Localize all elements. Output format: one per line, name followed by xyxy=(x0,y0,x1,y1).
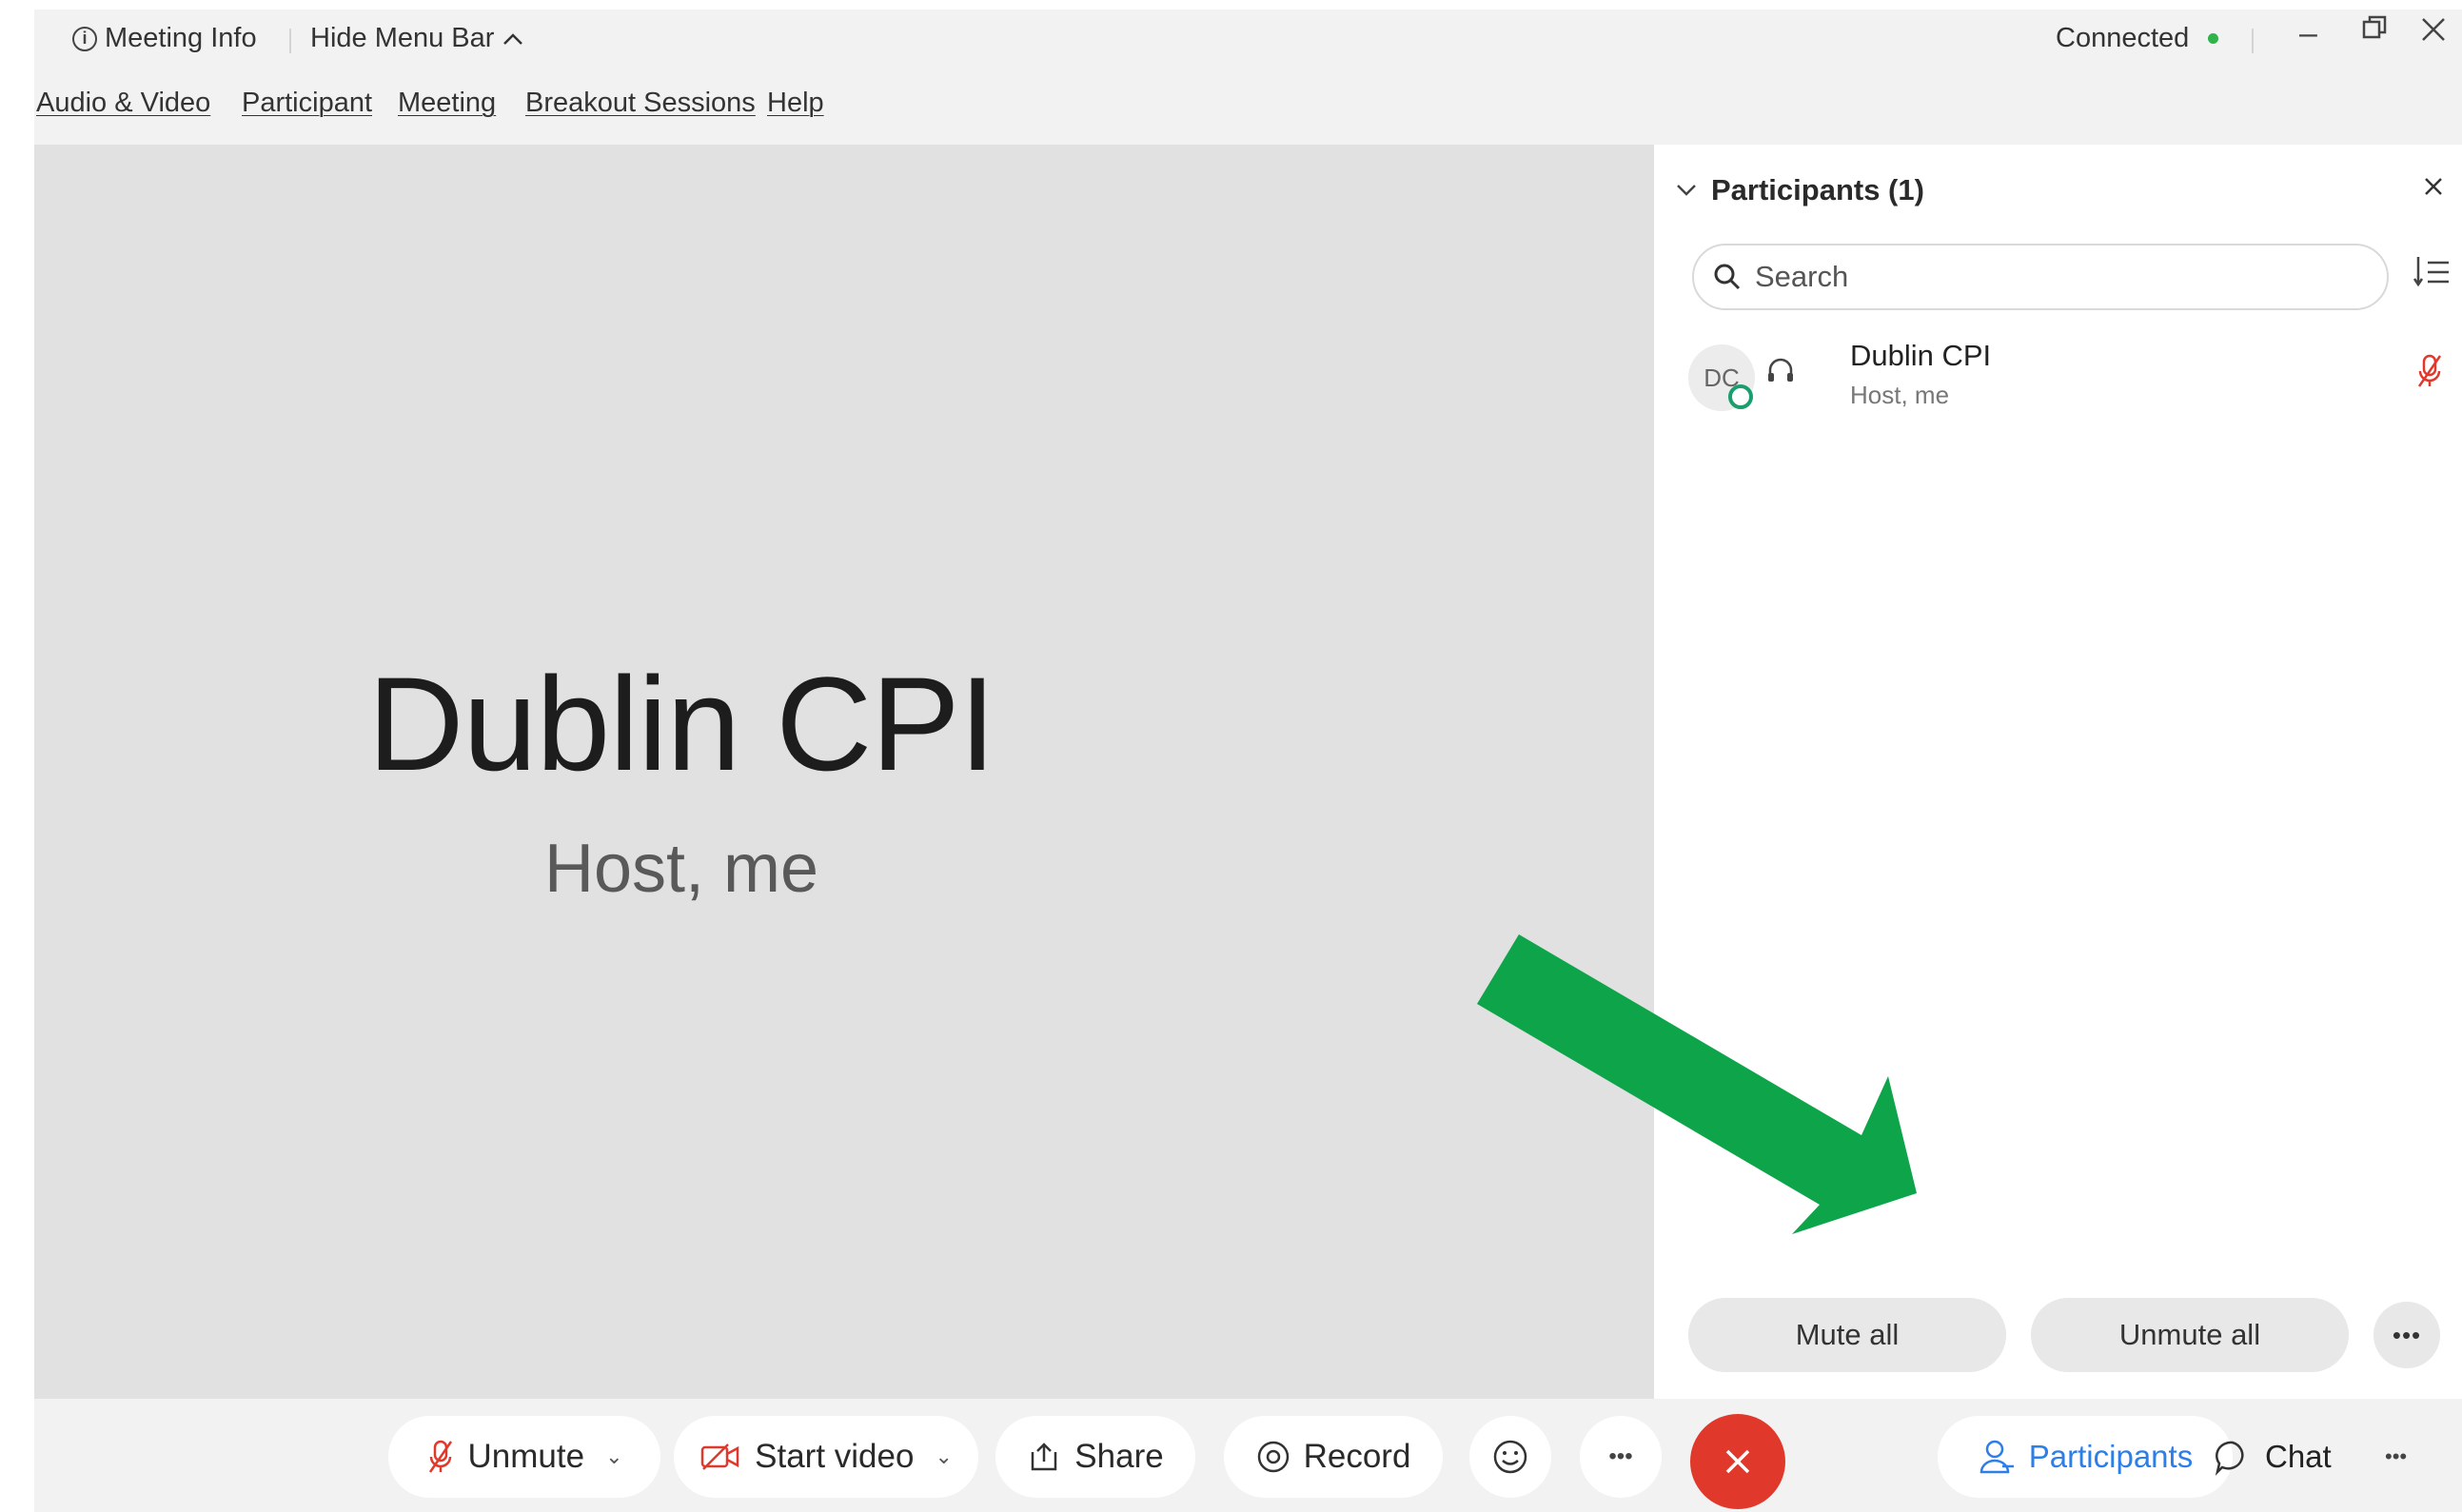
title-bar: i Meeting Info Hide Menu Bar Connected – xyxy=(34,10,2462,69)
meeting-window: i Meeting Info Hide Menu Bar Connected –… xyxy=(34,10,2462,1512)
participants-label: Participants xyxy=(2028,1439,2194,1474)
video-off-icon xyxy=(700,1443,739,1470)
participants-panel-header[interactable]: Participants (1) xyxy=(1675,173,1924,207)
stage-participant-name: Dublin CPI xyxy=(367,649,995,798)
sort-list-icon[interactable] xyxy=(2413,255,2451,294)
smiley-icon xyxy=(1493,1440,1527,1474)
participant-subtitle: Host, me xyxy=(1850,381,1950,409)
mute-all-button[interactable]: Mute all xyxy=(1688,1298,2006,1372)
more-icon: ••• xyxy=(2385,1444,2408,1468)
minimize-icon[interactable]: – xyxy=(2299,15,2317,52)
participant-name: Dublin CPI xyxy=(1850,339,1992,372)
share-icon xyxy=(1032,1443,1057,1471)
end-meeting-button[interactable] xyxy=(1690,1414,1785,1509)
participants-panel: Participants (1) Search DC Dublin CPI Ho… xyxy=(1654,145,2462,1399)
panel-more-options-button[interactable]: ••• xyxy=(2373,1302,2440,1368)
connection-status-label: Connected xyxy=(2056,23,2190,53)
presence-badge-icon xyxy=(1728,384,1753,409)
menu-breakout-sessions[interactable]: Breakout Sessions xyxy=(525,88,756,119)
muted-mic-icon[interactable] xyxy=(2415,352,2444,395)
video-stage: Dublin CPI Host, me xyxy=(34,145,1654,1399)
unmute-all-button[interactable]: Unmute all xyxy=(2031,1298,2349,1372)
menu-participant[interactable]: Participant xyxy=(242,88,372,119)
chat-bubble-icon xyxy=(2215,1441,2244,1476)
restore-icon[interactable] xyxy=(2360,13,2389,50)
participant-row[interactable]: DC Dublin CPI Host, me xyxy=(1688,337,2450,422)
info-icon: i xyxy=(72,26,97,51)
start-video-label: Start video xyxy=(755,1438,915,1475)
share-button[interactable]: Share xyxy=(995,1416,1195,1498)
title-separator xyxy=(289,29,291,53)
toolbar-more-button[interactable]: ••• xyxy=(2385,1416,2407,1498)
unmute-label: Unmute xyxy=(467,1438,585,1475)
title-separator-2 xyxy=(2252,29,2254,53)
more-options-button[interactable]: ••• xyxy=(1580,1416,1662,1498)
close-icon xyxy=(1725,1449,1750,1474)
chat-button[interactable]: Chat xyxy=(2214,1416,2332,1498)
record-button[interactable]: Record xyxy=(1224,1416,1443,1498)
chevron-down-icon xyxy=(1677,185,1696,196)
chevron-down-icon[interactable]: ⌄ xyxy=(605,1444,622,1469)
menu-bar: Audio & Video Participant Meeting Breako… xyxy=(34,69,2462,145)
participants-panel-title: Participants (1) xyxy=(1711,173,1924,206)
menu-meeting[interactable]: Meeting xyxy=(398,88,496,119)
menu-audio-video[interactable]: Audio & Video xyxy=(36,88,210,119)
search-icon xyxy=(1714,264,1741,290)
share-label: Share xyxy=(1074,1438,1164,1475)
stage-participant-role: Host, me xyxy=(543,831,819,907)
close-window-icon[interactable] xyxy=(2419,15,2448,52)
more-icon: ••• xyxy=(2392,1320,2422,1349)
chevron-down-icon[interactable]: ⌄ xyxy=(935,1444,952,1469)
record-icon xyxy=(1257,1441,1289,1473)
unmute-button[interactable]: Unmute ⌄ xyxy=(388,1416,660,1498)
close-panel-icon[interactable] xyxy=(2422,169,2445,206)
hide-menu-bar-button[interactable]: Hide Menu Bar xyxy=(310,23,524,54)
meeting-toolbar: Unmute ⌄ Start video ⌄ Share Record ••• … xyxy=(34,1399,2462,1512)
search-placeholder: Search xyxy=(1755,260,1849,293)
hide-menu-bar-label: Hide Menu Bar xyxy=(310,23,495,53)
meeting-info-button[interactable]: i Meeting Info xyxy=(72,23,257,54)
person-icon xyxy=(1979,1440,2014,1474)
record-label: Record xyxy=(1303,1438,1411,1475)
start-video-button[interactable]: Start video ⌄ xyxy=(674,1416,978,1498)
headset-icon xyxy=(1764,356,1797,393)
connection-status: Connected xyxy=(2056,23,2219,54)
participants-button[interactable]: Participants xyxy=(1938,1416,2233,1498)
connected-dot-icon xyxy=(2208,33,2219,44)
muted-mic-icon xyxy=(428,1440,452,1473)
more-icon: ••• xyxy=(1608,1443,1633,1469)
reactions-button[interactable] xyxy=(1469,1416,1551,1498)
chat-label: Chat xyxy=(2265,1439,2332,1474)
participants-search-input[interactable]: Search xyxy=(1692,244,2389,310)
chevron-up-icon xyxy=(503,32,523,45)
menu-help[interactable]: Help xyxy=(767,88,824,119)
meeting-info-label: Meeting Info xyxy=(105,23,257,53)
